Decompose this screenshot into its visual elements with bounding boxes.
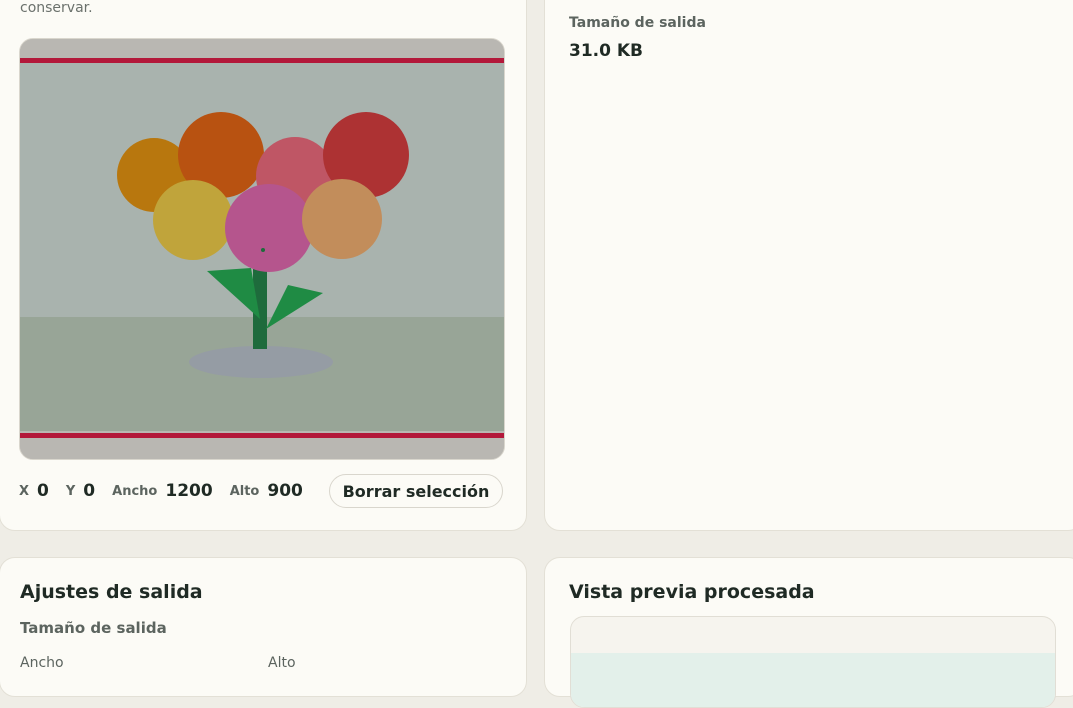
y-label: Y <box>65 483 76 499</box>
petal-peach <box>302 179 382 259</box>
output-size-value: 31.0 KB <box>569 41 643 61</box>
settings-width-label: Ancho <box>20 655 64 671</box>
width-label: Ancho <box>112 483 158 499</box>
selection-bottom-edge[interactable] <box>20 433 504 438</box>
petal-yellow <box>153 180 233 260</box>
preview-image-strip <box>571 653 1055 707</box>
source-image <box>20 39 504 459</box>
preview-title: Vista previa procesada <box>569 581 815 603</box>
y-value: 0 <box>83 481 96 501</box>
petal-magenta <box>225 184 313 272</box>
output-settings-card: Ajustes de salida Tamaño de salida Ancho… <box>0 557 527 697</box>
processed-preview-card: Vista previa procesada <box>544 557 1073 708</box>
instruction-text: conservar. <box>20 0 93 16</box>
processed-preview-image <box>570 616 1056 708</box>
height-label: Alto <box>229 483 260 499</box>
crop-image-canvas[interactable] <box>19 38 505 460</box>
flower-shadow <box>189 346 333 378</box>
output-size-label: Tamaño de salida <box>569 15 706 31</box>
settings-height-label: Alto <box>268 655 296 671</box>
settings-output-size-label: Tamaño de salida <box>20 619 167 637</box>
settings-title: Ajustes de salida <box>20 581 203 603</box>
width-value: 1200 <box>165 481 213 501</box>
height-value: 900 <box>267 481 303 501</box>
x-label: X <box>19 483 30 499</box>
clear-selection-button[interactable]: Borrar selección <box>329 474 503 508</box>
selection-top-edge[interactable] <box>20 58 504 63</box>
output-info-card: Tamaño de salida 31.0 KB <box>544 0 1073 531</box>
x-value: 0 <box>37 481 49 501</box>
selection-coordinates: X 0 Y 0 Ancho 1200 Alto 900 <box>19 474 320 508</box>
flower-center-dot <box>261 248 265 252</box>
